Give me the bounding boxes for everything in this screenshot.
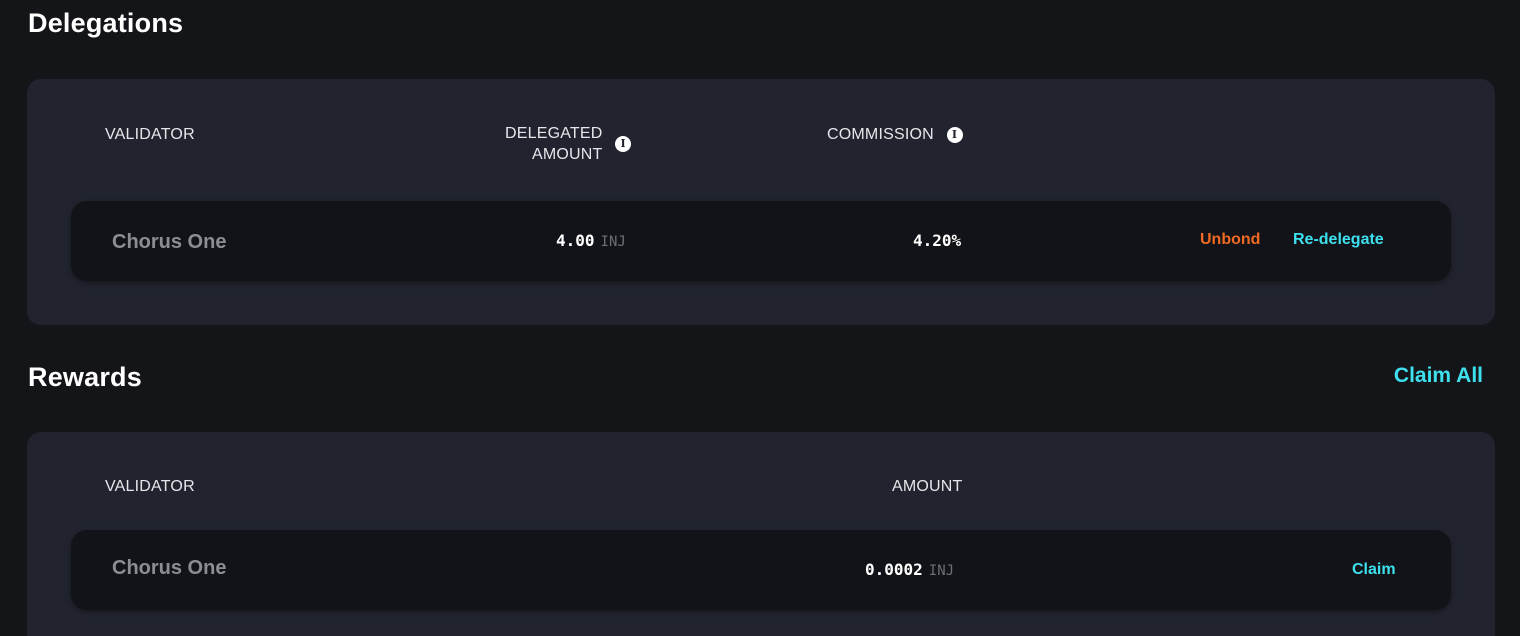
delegated-amount-header-line2: AMOUNT [532,146,603,163]
rewards-panel: VALIDATOR AMOUNT Chorus One 0.0002 INJ Cl… [27,432,1495,636]
delegated-amount-unit: INJ [600,234,626,250]
validator-column-header: VALIDATOR [105,478,195,495]
unbond-button[interactable]: Unbond [1200,231,1260,249]
commission-value: 4.20% [913,231,962,250]
redelegate-button[interactable]: Re-delegate [1293,231,1384,249]
delegated-amount-header-line1: DELEGATED [505,125,603,142]
reward-row: Chorus One 0.0002 INJ Claim [71,530,1451,610]
delegated-amount-value: 4.00 [556,231,595,250]
commission-header-label: COMMISSION [827,126,934,143]
claim-button[interactable]: Claim [1352,561,1396,579]
amount-column-header: AMOUNT [892,478,963,495]
reward-amount-unit: INJ [928,563,955,579]
delegated-amount-column-header: DELEGATED AMOUNT i [505,123,632,165]
reward-amount: 0.0002 INJ [865,560,954,579]
info-icon[interactable]: i [946,126,963,143]
info-icon[interactable]: i [615,136,632,152]
delegations-title: Delegations [28,8,184,38]
delegation-row: Chorus One 4.00 INJ 4.20% Unbond Re-deleg… [71,201,1451,281]
validator-name[interactable]: Chorus One [112,231,226,254]
commission-column-header: COMMISSION i [827,126,963,144]
rewards-title: Rewards [28,362,142,392]
claim-all-button[interactable]: Claim All [1394,364,1483,388]
validator-column-header: VALIDATOR [105,126,195,143]
reward-amount-value: 0.0002 [865,560,923,579]
delegations-panel: VALIDATOR DELEGATED AMOUNT i COMMISSION … [27,79,1495,325]
delegated-amount: 4.00 INJ [556,231,626,250]
staking-page: Delegations VALIDATOR DELEGATED AMOUNT i… [0,0,1520,636]
validator-name[interactable]: Chorus One [112,557,226,580]
